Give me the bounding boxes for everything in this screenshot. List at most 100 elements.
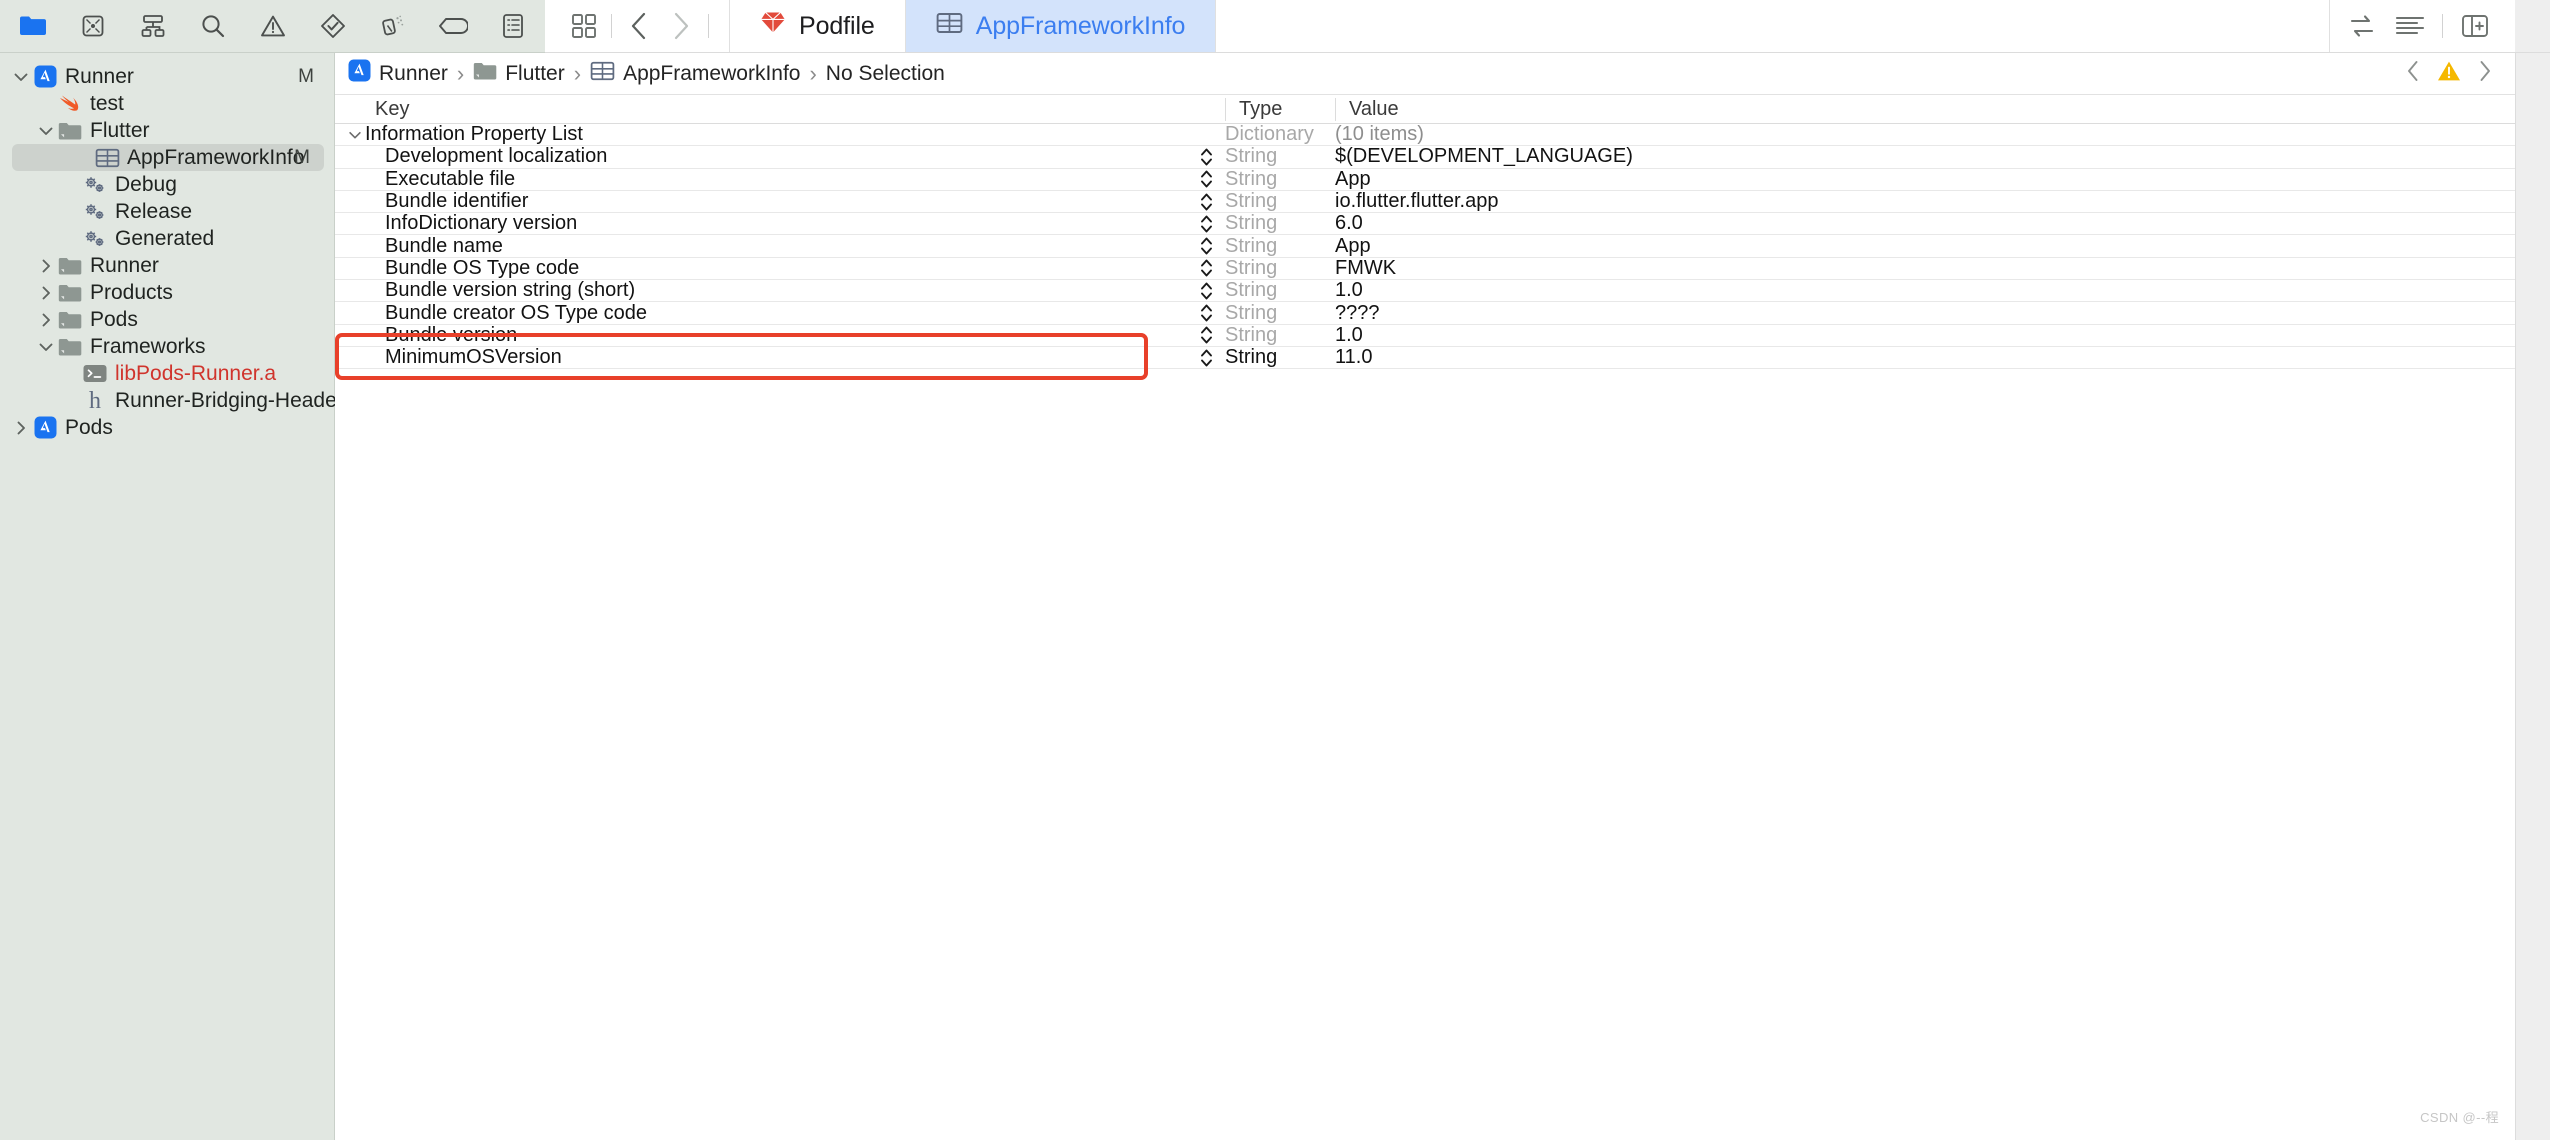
source-control-navigator-icon[interactable] [78, 11, 108, 41]
plist-value-cell[interactable]: FMWK [1335, 257, 2515, 280]
sidebar-item-pods[interactable]: Pods [0, 306, 334, 333]
plist-value-cell[interactable]: 1.0 [1335, 324, 2515, 347]
plist-row[interactable]: Bundle creator OS Type code String???? [335, 302, 2515, 324]
plist-value-cell[interactable]: App [1335, 168, 2515, 191]
disclosure-triangle[interactable] [10, 68, 32, 86]
tab-appframeworkinfo[interactable]: AppFrameworkInfo [906, 0, 1217, 52]
forward-chevron-icon[interactable] [660, 9, 702, 43]
disclosure-triangle[interactable] [10, 419, 32, 437]
plist-row[interactable]: Bundle identifier Stringio.flutter.flutte… [335, 191, 2515, 213]
plist-row[interactable]: Executable file StringApp [335, 169, 2515, 191]
disclosure-triangle[interactable] [35, 338, 57, 356]
plist-row[interactable]: Bundle name StringApp [335, 235, 2515, 257]
sidebar-item-runner[interactable]: Runner [0, 252, 334, 279]
tab-podfile[interactable]: Podfile [729, 0, 906, 52]
plist-row[interactable]: Bundle version string (short) String1.0 [335, 280, 2515, 302]
breakpoint-navigator-icon[interactable] [438, 11, 468, 41]
plist-key-cell[interactable]: Bundle creator OS Type code [335, 302, 1187, 325]
plist-key-cell[interactable]: Bundle version string (short) [335, 279, 1187, 302]
disclosure-triangle[interactable] [35, 257, 57, 275]
disclosure-triangle[interactable] [35, 122, 57, 140]
plist-row[interactable]: Development localization String$(DEVELOPM… [335, 146, 2515, 168]
project-navigator-icon[interactable] [18, 11, 48, 41]
plist-key-cell[interactable]: Information Property List [335, 123, 1187, 146]
plist-value-cell[interactable]: (10 items) [1335, 123, 2515, 146]
plist-key-cell[interactable]: Bundle identifier [335, 190, 1187, 213]
plist-value-cell[interactable]: 6.0 [1335, 212, 2515, 235]
next-issue-icon[interactable] [2477, 60, 2493, 88]
column-header-value[interactable]: Value [1335, 98, 2515, 121]
plist-type-cell[interactable]: String [1225, 190, 1335, 213]
debug-navigator-icon[interactable] [378, 11, 408, 41]
sidebar-item-runner-bridging-header[interactable]: hRunner-Bridging-Header [0, 387, 334, 414]
plist-value-cell[interactable]: io.flutter.flutter.app [1335, 190, 2515, 213]
type-stepper[interactable] [1187, 280, 1225, 302]
type-stepper[interactable] [1187, 324, 1225, 346]
type-stepper[interactable] [1187, 168, 1225, 190]
type-stepper[interactable] [1187, 302, 1225, 324]
plist-value-cell[interactable]: App [1335, 235, 2515, 258]
add-editor-icon[interactable] [2453, 9, 2497, 43]
plist-row[interactable]: Bundle OS Type code StringFMWK [335, 258, 2515, 280]
type-stepper[interactable] [1187, 191, 1225, 213]
plist-type-cell[interactable]: String [1225, 324, 1335, 347]
breadcrumb-item-appframeworkinfo[interactable]: AppFrameworkInfo [590, 60, 800, 88]
minimap-icon[interactable] [2388, 9, 2432, 43]
sidebar-item-debug[interactable]: Debug [0, 171, 334, 198]
sidebar-item-appframeworkinfo[interactable]: AppFrameworkInfoM [12, 144, 324, 171]
type-stepper[interactable] [1187, 257, 1225, 279]
plist-row[interactable]: MinimumOSVersionString11.0 [335, 347, 2515, 369]
plist-key-cell[interactable]: InfoDictionary version [335, 212, 1187, 235]
sidebar-item-test[interactable]: test [0, 90, 334, 117]
plist-type-cell[interactable]: String [1225, 279, 1335, 302]
sidebar-item-generated[interactable]: Generated [0, 225, 334, 252]
plist-type-cell[interactable]: String [1225, 145, 1335, 168]
plist-value-cell[interactable]: ???? [1335, 302, 2515, 325]
plist-type-cell[interactable]: String [1225, 302, 1335, 325]
type-stepper[interactable] [1187, 235, 1225, 257]
report-navigator-icon[interactable] [498, 11, 528, 41]
plist-type-cell[interactable]: String [1225, 257, 1335, 280]
plist-type-cell[interactable]: String [1225, 235, 1335, 258]
plist-value-cell[interactable]: 1.0 [1335, 279, 2515, 302]
plist-key-cell[interactable]: Executable file [335, 168, 1187, 191]
grid-layout-icon[interactable] [563, 9, 605, 43]
plist-row[interactable]: InfoDictionary version String6.0 [335, 213, 2515, 235]
disclosure-triangle[interactable] [35, 284, 57, 302]
plist-row[interactable]: Information Property List Dictionary(10 i… [335, 124, 2515, 146]
plist-key-cell[interactable]: Bundle OS Type code [335, 257, 1187, 280]
test-navigator-icon[interactable] [318, 11, 348, 41]
plist-type-cell[interactable]: Dictionary [1225, 123, 1335, 146]
plist-value-cell[interactable]: 11.0 [1335, 346, 2515, 369]
sidebar-item-release[interactable]: Release [0, 198, 334, 225]
sidebar-item-runner[interactable]: RunnerM [0, 63, 334, 90]
disclosure-triangle[interactable] [35, 311, 57, 329]
column-header-key[interactable]: Key [335, 98, 1187, 121]
type-stepper[interactable] [1187, 146, 1225, 168]
previous-issue-icon[interactable] [2405, 60, 2421, 88]
warning-icon[interactable] [2437, 60, 2461, 88]
type-stepper[interactable] [1187, 347, 1225, 369]
plist-type-cell[interactable]: String [1225, 212, 1335, 235]
plist-row[interactable]: Bundle version String1.0 [335, 325, 2515, 347]
sidebar-item-pods[interactable]: Pods [0, 414, 334, 441]
plist-key-cell[interactable]: Development localization [335, 145, 1187, 168]
plist-value-cell[interactable]: $(DEVELOPMENT_LANGUAGE) [1335, 145, 2515, 168]
column-header-type[interactable]: Type [1225, 98, 1335, 121]
breadcrumb-item-no-selection[interactable]: No Selection [826, 62, 945, 86]
breadcrumb-item-flutter[interactable]: Flutter [473, 61, 565, 87]
disclosure-triangle[interactable] [345, 127, 365, 143]
breadcrumb-item-runner[interactable]: Runner [348, 59, 448, 88]
sidebar-item-flutter[interactable]: Flutter [0, 117, 334, 144]
back-chevron-icon[interactable] [618, 9, 660, 43]
plist-key-cell[interactable]: Bundle name [335, 235, 1187, 258]
symbol-navigator-icon[interactable] [138, 11, 168, 41]
sidebar-item-frameworks[interactable]: Frameworks [0, 333, 334, 360]
find-navigator-icon[interactable] [198, 11, 228, 41]
plist-key-cell[interactable]: Bundle version [335, 324, 1187, 347]
sidebar-item-libpods-runner-a[interactable]: libPods-Runner.a [0, 360, 334, 387]
sidebar-item-products[interactable]: Products [0, 279, 334, 306]
issue-navigator-icon[interactable] [258, 11, 288, 41]
plist-key-cell[interactable]: MinimumOSVersion [335, 346, 1187, 369]
plist-type-cell[interactable]: String [1225, 168, 1335, 191]
